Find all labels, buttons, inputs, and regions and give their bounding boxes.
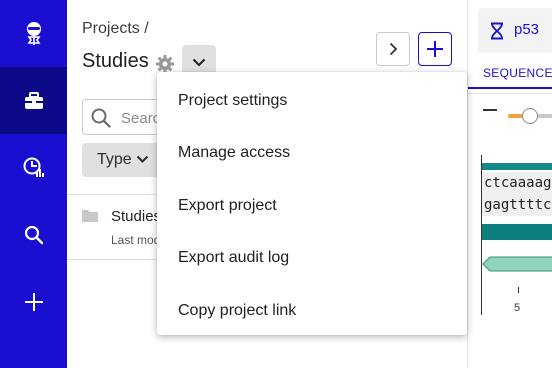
nav-rail bbox=[0, 0, 67, 368]
feature-arrow[interactable] bbox=[482, 256, 552, 272]
zoom-slider-thumb[interactable] bbox=[522, 108, 538, 124]
type-filter-label: Type bbox=[97, 151, 132, 168]
folder-icon bbox=[82, 210, 98, 222]
analytics-icon bbox=[23, 157, 44, 177]
page-title: Studies bbox=[82, 50, 149, 72]
open-details-button[interactable] bbox=[376, 32, 410, 66]
nav-item-search[interactable] bbox=[0, 201, 67, 268]
search-icon bbox=[91, 108, 111, 128]
sequence-panel: p53 SEQUENCE ctcaaaagt gagttttca 5 bbox=[467, 0, 552, 368]
briefcase-icon bbox=[24, 91, 43, 109]
chevron-down-icon bbox=[192, 58, 206, 66]
nav-item-projects[interactable] bbox=[0, 67, 67, 134]
active-subtab-indicator bbox=[468, 87, 552, 89]
user-avatar-icon bbox=[26, 21, 41, 45]
toolbar-divider bbox=[468, 93, 552, 94]
gear-icon bbox=[156, 55, 174, 73]
ruler-tick-label: 5 bbox=[514, 302, 521, 314]
tab-p53[interactable]: p53 bbox=[478, 8, 552, 53]
add-button[interactable] bbox=[418, 32, 452, 66]
nav-item-profile[interactable] bbox=[0, 0, 67, 67]
app-window: Projects / Studies Search Type Studies L… bbox=[0, 0, 552, 368]
zoom-out-button[interactable] bbox=[483, 109, 497, 111]
chevron-right-icon bbox=[389, 42, 397, 56]
plus-icon bbox=[427, 41, 443, 57]
type-filter-button[interactable]: Type bbox=[82, 143, 162, 177]
sequence-track-bar bbox=[482, 163, 552, 170]
zoom-slider-fill bbox=[508, 114, 523, 118]
dna-icon bbox=[491, 22, 503, 40]
nav-item-create[interactable] bbox=[0, 268, 67, 335]
tab-p53-label: p53 bbox=[514, 21, 540, 38]
list-item-name: Studies bbox=[111, 208, 162, 225]
top-strand: ctcaaaagt bbox=[482, 172, 552, 194]
tab-sequence[interactable]: SEQUENCE bbox=[483, 66, 552, 80]
menu-item-export-audit-log[interactable]: Export audit log bbox=[157, 232, 467, 284]
menu-item-copy-project-link[interactable]: Copy project link bbox=[157, 285, 467, 337]
nav-item-analytics[interactable] bbox=[0, 134, 67, 201]
bottom-strand: gagttttca bbox=[482, 194, 552, 216]
sequence-feature[interactable] bbox=[482, 224, 552, 240]
ruler-tick bbox=[518, 287, 519, 293]
search-icon bbox=[24, 225, 43, 244]
project-actions-menu: Project settings Manage access Export pr… bbox=[157, 72, 467, 335]
plus-icon bbox=[24, 292, 43, 311]
menu-item-export-project[interactable]: Export project bbox=[157, 180, 467, 232]
menu-item-project-settings[interactable]: Project settings bbox=[157, 75, 467, 127]
breadcrumb[interactable]: Projects / bbox=[82, 20, 149, 38]
menu-item-manage-access[interactable]: Manage access bbox=[157, 127, 467, 179]
chevron-down-icon bbox=[136, 155, 149, 163]
